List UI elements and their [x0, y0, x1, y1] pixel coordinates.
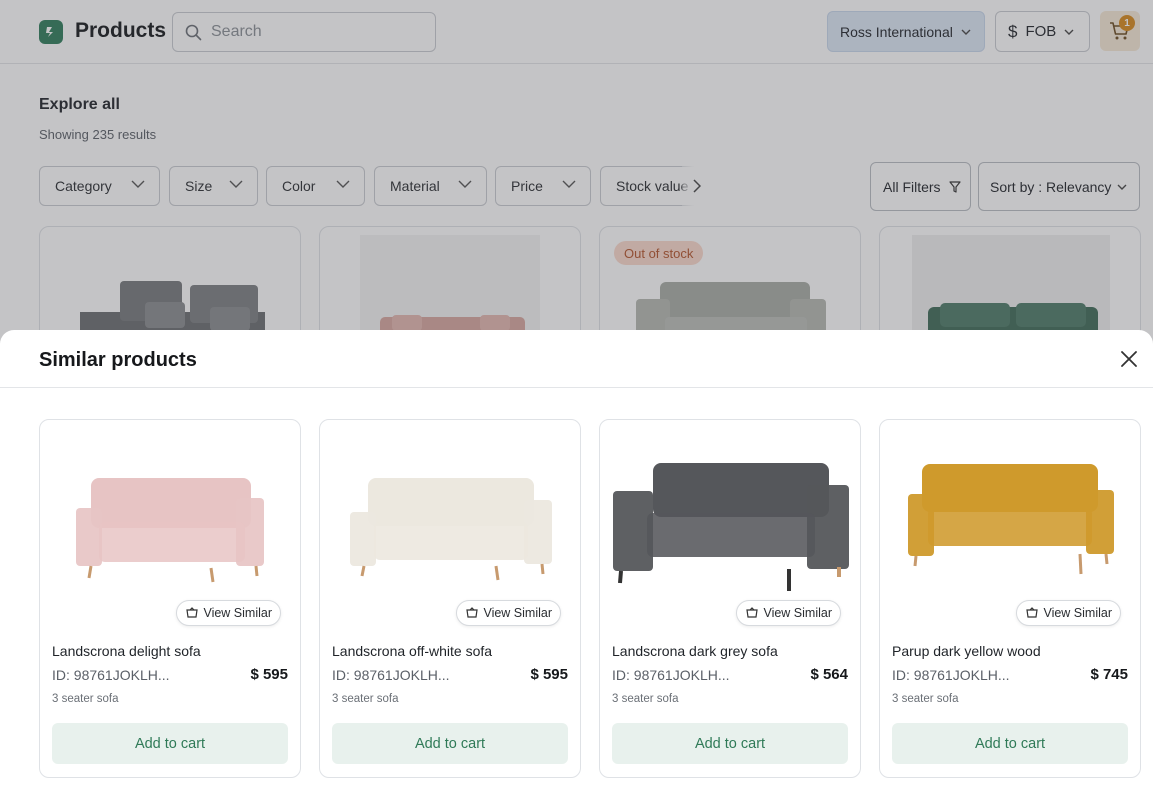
sofa-image — [613, 463, 849, 591]
product-price: $ 595 — [250, 666, 288, 683]
product-card[interactable]: View Similar Landscrona delight sofa ID:… — [39, 419, 301, 778]
add-to-cart-button[interactable]: Add to cart — [332, 723, 568, 764]
close-button[interactable] — [1118, 348, 1140, 370]
view-similar-button[interactable]: View Similar — [1016, 600, 1121, 626]
product-name: Landscrona delight sofa — [52, 643, 201, 659]
product-name: Parup dark yellow wood — [892, 643, 1041, 659]
similar-products-sheet: Similar products View Similar Landscrona… — [0, 330, 1153, 800]
sofa-image — [76, 478, 264, 583]
add-to-cart-button[interactable]: Add to cart — [52, 723, 288, 764]
view-similar-label: View Similar — [763, 606, 832, 620]
product-image — [890, 440, 1132, 600]
product-card[interactable]: View Similar Landscrona dark grey sofa I… — [599, 419, 861, 778]
product-image — [50, 440, 292, 600]
view-similar-button[interactable]: View Similar — [736, 600, 841, 626]
product-price: $ 595 — [530, 666, 568, 683]
similar-icon — [186, 607, 199, 618]
product-type: 3 seater sofa — [892, 693, 959, 705]
product-type: 3 seater sofa — [612, 693, 679, 705]
similar-icon — [466, 607, 479, 618]
product-type: 3 seater sofa — [332, 693, 399, 705]
product-id: ID: 98761JOKLH... — [52, 667, 170, 683]
add-to-cart-button[interactable]: Add to cart — [612, 723, 848, 764]
product-card[interactable]: View Similar Parup dark yellow wood ID: … — [879, 419, 1141, 778]
add-to-cart-button[interactable]: Add to cart — [892, 723, 1128, 764]
product-type: 3 seater sofa — [52, 693, 119, 705]
product-name: Landscrona dark grey sofa — [612, 643, 778, 659]
view-similar-button[interactable]: View Similar — [176, 600, 281, 626]
product-id: ID: 98761JOKLH... — [332, 667, 450, 683]
view-similar-button[interactable]: View Similar — [456, 600, 561, 626]
product-card[interactable]: View Similar Landscrona off-white sofa I… — [319, 419, 581, 778]
product-image — [610, 440, 852, 600]
product-id: ID: 98761JOKLH... — [892, 667, 1010, 683]
product-name: Landscrona off-white sofa — [332, 643, 493, 659]
sheet-title: Similar products — [39, 349, 197, 371]
similar-icon — [1026, 607, 1039, 618]
product-price: $ 745 — [1090, 666, 1128, 683]
product-price: $ 564 — [810, 666, 848, 683]
close-icon — [1121, 351, 1137, 367]
product-id: ID: 98761JOKLH... — [612, 667, 730, 683]
similar-icon — [746, 607, 759, 618]
sofa-image — [908, 464, 1114, 575]
view-similar-label: View Similar — [1043, 606, 1112, 620]
sheet-header: Similar products — [0, 330, 1153, 388]
sofa-image — [350, 478, 552, 581]
view-similar-label: View Similar — [203, 606, 272, 620]
view-similar-label: View Similar — [483, 606, 552, 620]
product-image — [330, 440, 572, 600]
